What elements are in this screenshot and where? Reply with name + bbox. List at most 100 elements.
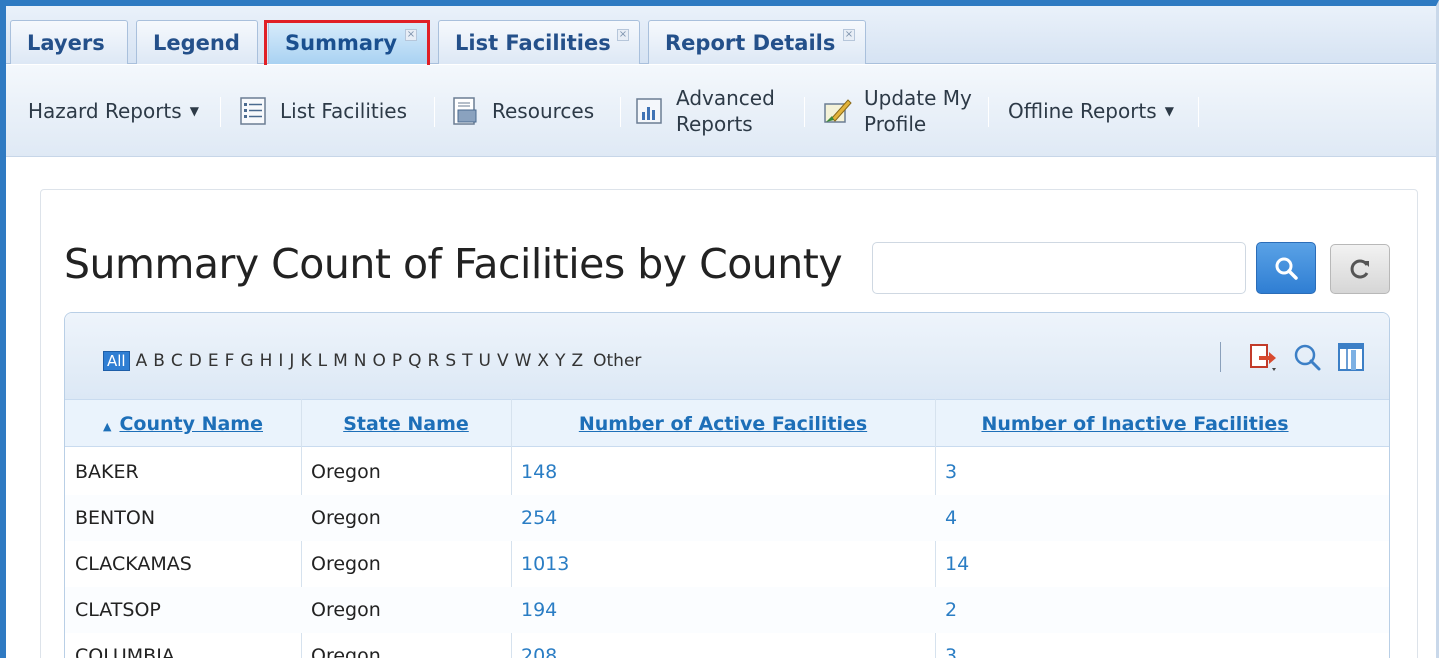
hazard-reports-menu[interactable]: Hazard Reports ▼ xyxy=(28,65,199,157)
column-header-active-facilities[interactable]: Number of Active Facilities xyxy=(511,400,935,448)
update-profile-label-line2: Profile xyxy=(864,112,927,136)
tab-list-facilities-close-icon[interactable]: × xyxy=(617,29,629,41)
alphabet-filter-letter[interactable]: D xyxy=(189,351,202,371)
list-facilities-label: List Facilities xyxy=(280,99,408,123)
tab-list-facilities[interactable]: List Facilities × xyxy=(438,20,640,64)
cell-inactive-facilities-link[interactable]: 3 xyxy=(935,449,957,495)
alphabet-filter-letter[interactable]: A xyxy=(136,351,148,371)
table-row[interactable]: BENTON Oregon 254 4 xyxy=(65,495,1389,541)
alphabet-filter-letter[interactable]: U xyxy=(479,351,491,371)
cell-county-name: COLUMBIA xyxy=(75,645,175,658)
tab-layers[interactable]: Layers xyxy=(10,20,128,64)
tab-list-facilities-label: List Facilities xyxy=(455,31,611,55)
cell-inactive-facilities-link[interactable]: 14 xyxy=(935,541,969,587)
resources-label: Resources xyxy=(492,99,595,123)
tab-summary-label: Summary xyxy=(285,31,398,55)
refresh-icon xyxy=(1350,259,1369,279)
alphabet-filter-letter[interactable]: J xyxy=(289,351,294,371)
alphabet-filter-letter[interactable]: N xyxy=(354,351,367,371)
cell-county-name: BENTON xyxy=(75,507,156,529)
cell-inactive-facilities-link[interactable]: 3 xyxy=(935,633,957,658)
offline-reports-label: Offline Reports xyxy=(1008,99,1157,123)
alphabet-filter-letter[interactable]: M xyxy=(333,351,348,371)
cell-active-facilities-link[interactable]: 148 xyxy=(511,449,557,495)
caret-down-icon: ▼ xyxy=(189,104,199,118)
edit-profile-icon xyxy=(824,99,852,123)
list-facilities-button[interactable]: List Facilities xyxy=(238,65,407,157)
cell-active-facilities-link[interactable]: 1013 xyxy=(511,541,569,587)
alphabet-filter-letter[interactable]: B xyxy=(153,351,165,371)
export-icon[interactable] xyxy=(1247,341,1279,373)
resources-document-icon xyxy=(453,97,477,125)
alphabet-filter-other[interactable]: Other xyxy=(593,351,641,371)
toolbar-divider xyxy=(620,97,621,127)
alphabet-filter-letter[interactable]: I xyxy=(278,351,283,371)
column-header-county-name[interactable]: ▲ County Name xyxy=(65,400,301,448)
cell-active-facilities-link[interactable]: 208 xyxy=(511,633,557,658)
cell-county-name: BAKER xyxy=(75,461,139,483)
table-row[interactable]: COLUMBIA Oregon 208 3 xyxy=(65,633,1389,658)
alphabet-filter-letter[interactable]: P xyxy=(392,351,402,371)
cell-inactive-facilities-link[interactable]: 2 xyxy=(935,587,957,633)
cell-state-name: Oregon xyxy=(311,461,381,483)
cell-county-name: CLACKAMAS xyxy=(75,553,192,575)
alphabet-filter-letter[interactable]: S xyxy=(445,351,456,371)
column-header-active-facilities-label: Number of Active Facilities xyxy=(578,413,868,435)
advanced-reports-button[interactable]: Advanced Reports xyxy=(634,65,775,157)
advanced-reports-label-line2: Reports xyxy=(676,112,753,136)
alphabet-filter-letter[interactable]: C xyxy=(171,351,183,371)
cell-county-name: CLATSOP xyxy=(75,599,161,621)
grid-toolbar: All A B C D E F G H I J K L M N O P Q R … xyxy=(65,313,1389,399)
tab-summary-close-icon[interactable]: × xyxy=(405,29,417,41)
alphabet-filter-all[interactable]: All xyxy=(103,351,130,371)
resources-button[interactable]: Resources xyxy=(450,65,594,157)
update-profile-button[interactable]: Update My Profile xyxy=(822,65,972,157)
toolbar-divider xyxy=(434,97,435,127)
table-row[interactable]: CLATSOP Oregon 194 2 xyxy=(65,587,1389,633)
cell-inactive-facilities-link[interactable]: 4 xyxy=(935,495,957,541)
sort-ascending-icon: ▲ xyxy=(102,420,112,433)
alphabet-filter-letter[interactable]: O xyxy=(372,351,385,371)
offline-reports-menu[interactable]: Offline Reports ▼ xyxy=(1008,65,1174,157)
magnifier-icon[interactable] xyxy=(1291,341,1323,373)
search-icon xyxy=(1275,257,1298,280)
tab-summary[interactable]: Summary × xyxy=(268,20,428,64)
grid-header-row: ▲ County Name State Name Number of Active… xyxy=(65,399,1389,448)
cell-state-name: Oregon xyxy=(311,553,381,575)
column-header-state-name[interactable]: State Name xyxy=(301,400,511,448)
bar-chart-icon xyxy=(636,98,662,124)
page-title: Summary Count of Facilities by County xyxy=(64,240,843,288)
alphabet-filter-letter[interactable]: R xyxy=(428,351,440,371)
alphabet-filter-letter[interactable]: X xyxy=(537,351,549,371)
column-header-inactive-facilities[interactable]: Number of Inactive Facilities xyxy=(935,400,1335,448)
main-toolbar: Hazard Reports ▼ List Facilities Resourc… xyxy=(6,65,1436,157)
cell-active-facilities-link[interactable]: 194 xyxy=(511,587,557,633)
refresh-button[interactable] xyxy=(1330,244,1390,294)
tab-bar: Layers Legend Summary × List Facilities … xyxy=(6,6,1436,70)
search-input[interactable] xyxy=(872,242,1246,294)
search-button[interactable] xyxy=(1256,242,1316,294)
alphabet-filter-letter[interactable]: Y xyxy=(555,351,565,371)
alphabet-filter-letter[interactable]: T xyxy=(462,351,472,371)
alphabet-filter-letter[interactable]: F xyxy=(225,351,235,371)
alphabet-filter-letter[interactable]: K xyxy=(300,351,311,371)
alphabet-filter-letter[interactable]: Z xyxy=(571,351,583,371)
alphabet-filter-letter[interactable]: G xyxy=(240,351,253,371)
alphabet-filter-letter[interactable]: V xyxy=(497,351,509,371)
toolbar-divider xyxy=(804,97,805,127)
toolbar-divider xyxy=(220,97,221,127)
alphabet-filter-letter[interactable]: L xyxy=(318,351,327,371)
alphabet-filter-letter[interactable]: W xyxy=(515,351,532,371)
tab-report-details-close-icon[interactable]: × xyxy=(843,29,855,41)
alphabet-filter-letter[interactable]: E xyxy=(208,351,219,371)
tab-legend[interactable]: Legend xyxy=(136,20,258,64)
alphabet-filter-letter[interactable]: Q xyxy=(408,351,421,371)
tab-report-details[interactable]: Report Details × xyxy=(648,20,866,64)
cell-active-facilities-link[interactable]: 254 xyxy=(511,495,557,541)
table-row[interactable]: CLACKAMAS Oregon 1013 14 xyxy=(65,541,1389,587)
alphabet-filter-letter[interactable]: H xyxy=(260,351,273,371)
column-header-inactive-facilities-label: Number of Inactive Facilities xyxy=(981,413,1289,435)
grid-tools xyxy=(1220,337,1367,377)
table-row[interactable]: BAKER Oregon 148 3 xyxy=(65,449,1389,495)
columns-icon[interactable] xyxy=(1335,341,1367,373)
